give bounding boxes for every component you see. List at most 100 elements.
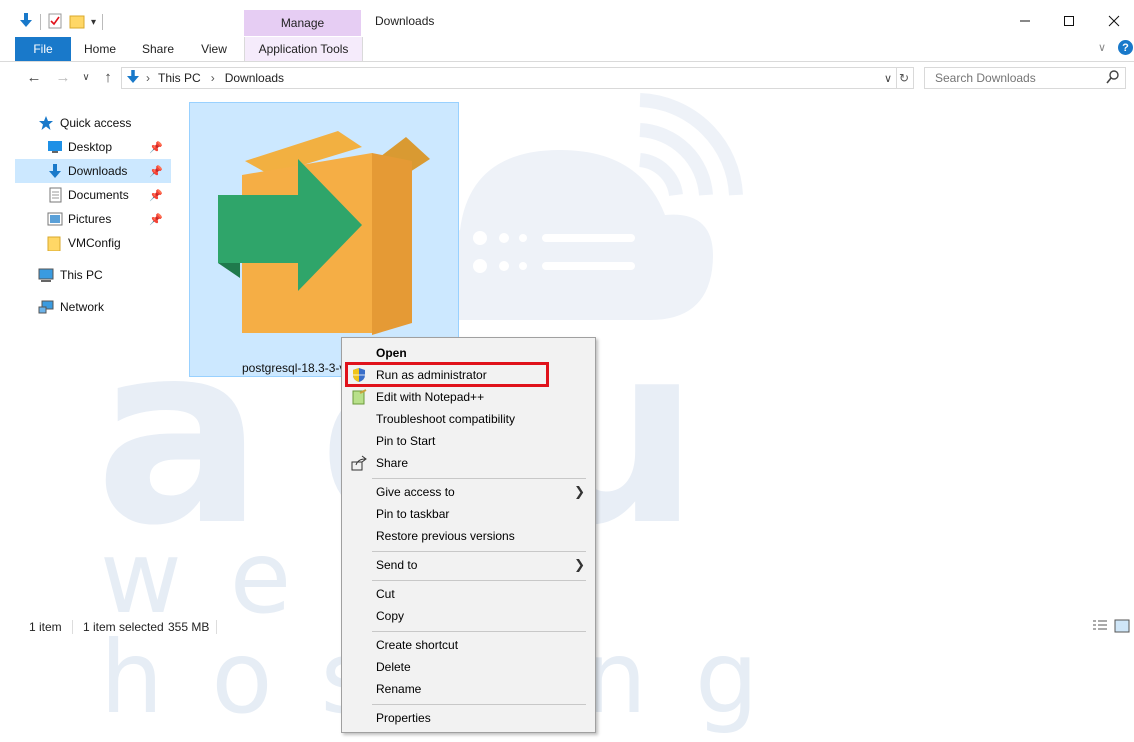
pin-icon: 📌 (149, 141, 163, 154)
new-folder-icon[interactable] (69, 13, 85, 32)
search-input[interactable] (933, 70, 1107, 86)
menu-item-label: Troubleshoot compatibility (376, 412, 515, 426)
sidebar-item-documents[interactable]: Documents 📌 (15, 183, 171, 207)
search-box[interactable] (924, 67, 1126, 89)
sidebar-item-label: Documents (68, 188, 129, 202)
maximize-button[interactable] (1046, 6, 1092, 36)
menu-item-label: Copy (376, 609, 405, 623)
collapse-ribbon-icon[interactable]: ∨ (1098, 41, 1106, 54)
status-size: 355 MB (168, 620, 210, 634)
close-button[interactable] (1091, 6, 1134, 36)
submenu-arrow-icon: ❯ (574, 484, 585, 499)
sidebar-item-network[interactable]: Network (38, 295, 178, 319)
manage-context-tab[interactable]: Manage (244, 10, 361, 36)
menu-item-create-shortcut[interactable]: Create shortcut (342, 634, 595, 656)
file-item[interactable]: postgresql-18.3-3-v (189, 102, 459, 377)
search-icon[interactable] (1106, 70, 1119, 87)
watermark-tagline: web hosting (100, 519, 759, 728)
ribbon-tabs: File Home Share View Application Tools ∨… (0, 37, 1134, 62)
menu-item-label: Cut (376, 587, 395, 601)
window-title: Downloads (375, 14, 435, 28)
menu-item-properties[interactable]: Properties (342, 707, 595, 729)
breadcrumb-this-pc[interactable]: This PC (158, 71, 201, 85)
notepad-plus-icon (351, 389, 367, 405)
download-arrow-icon[interactable] (18, 12, 34, 33)
sidebar-item-quick-access[interactable]: Quick access (38, 111, 178, 135)
menu-separator (372, 631, 586, 632)
back-arrow-icon: ← (26, 68, 42, 86)
sidebar-item-pictures[interactable]: Pictures 📌 (15, 207, 171, 231)
sidebar-item-label: Network (60, 300, 105, 314)
sidebar-item-label: This PC (60, 268, 103, 282)
menu-item-troubleshoot-compatibility[interactable]: Troubleshoot compatibility (342, 408, 595, 430)
back-button[interactable]: ← (23, 66, 45, 88)
forward-button[interactable]: → (52, 66, 74, 88)
submenu-arrow-icon: ❯ (574, 557, 585, 572)
sidebar-item-downloads[interactable]: Downloads 📌 (15, 159, 171, 183)
menu-separator (372, 580, 586, 581)
menu-item-delete[interactable]: Delete (342, 656, 595, 678)
sidebar-item-vmconfig[interactable]: VMConfig (15, 231, 171, 255)
pin-icon: 📌 (149, 213, 163, 226)
menu-item-share[interactable]: Share (342, 452, 595, 474)
menu-item-label: Give access to (376, 485, 455, 499)
menu-item-label: Properties (376, 711, 431, 725)
refresh-button[interactable]: ↻ (895, 67, 914, 89)
context-menu: Open Run as administrator Edit with Note… (341, 337, 596, 733)
breadcrumb-separator: › (210, 71, 215, 85)
sidebar-item-desktop[interactable]: Desktop 📌 (15, 135, 171, 159)
sidebar-item-this-pc[interactable]: This PC (38, 263, 178, 287)
large-icons-view-icon[interactable] (1114, 619, 1130, 633)
menu-item-label: Delete (376, 660, 411, 674)
menu-separator (372, 478, 586, 479)
breadcrumb-downloads[interactable]: Downloads (225, 71, 284, 85)
pin-icon: 📌 (149, 165, 163, 178)
menu-item-label: Rename (376, 682, 422, 696)
menu-item-pin-to-taskbar[interactable]: Pin to taskbar (342, 503, 595, 525)
help-icon[interactable]: ? (1118, 40, 1133, 55)
sidebar-item-label: Pictures (68, 212, 112, 226)
menu-item-pin-to-start[interactable]: Pin to Start (342, 430, 595, 452)
quick-access-toolbar: ▾ (18, 10, 104, 34)
qat-divider (40, 14, 41, 30)
customize-qat-icon[interactable]: ▾ (91, 17, 96, 28)
status-divider (216, 620, 217, 634)
tab-home[interactable]: Home (78, 37, 122, 61)
up-button[interactable]: ↑ (97, 66, 119, 88)
recent-locations-button[interactable]: ∨ (78, 66, 94, 88)
share-icon (351, 455, 367, 471)
menu-item-rename[interactable]: Rename (342, 678, 595, 700)
breadcrumb-separator: › (146, 71, 150, 85)
download-arrow-icon (49, 164, 61, 178)
menu-item-copy[interactable]: Copy (342, 605, 595, 627)
menu-item-send-to[interactable]: Send to ❯ (342, 554, 595, 576)
details-view-icon[interactable] (1092, 619, 1108, 633)
menu-item-label: Restore previous versions (376, 529, 515, 543)
menu-item-edit-with-notepad[interactable]: Edit with Notepad++ (342, 386, 595, 408)
menu-item-label: Edit with Notepad++ (376, 390, 485, 404)
address-dropdown-icon[interactable]: ∨ (884, 72, 892, 85)
close-icon (1108, 15, 1120, 27)
menu-item-label: Send to (376, 558, 418, 572)
tab-file[interactable]: File (15, 37, 71, 61)
tab-share[interactable]: Share (137, 37, 179, 61)
tab-application-tools[interactable]: Application Tools (244, 37, 363, 61)
tab-view[interactable]: View (194, 37, 234, 61)
menu-item-give-access-to[interactable]: Give access to ❯ (342, 481, 595, 503)
menu-item-cut[interactable]: Cut (342, 583, 595, 605)
pictures-icon (47, 212, 63, 226)
desktop-icon (48, 141, 62, 153)
address-bar[interactable]: › This PC › Downloads ∨ (121, 67, 897, 89)
forward-arrow-icon: → (55, 68, 71, 86)
properties-check-icon[interactable] (47, 13, 63, 32)
menu-item-label: Share (376, 456, 409, 470)
document-icon (49, 187, 62, 203)
minimize-button[interactable] (1002, 6, 1048, 36)
file-name: postgresql-18.3-3-v (242, 361, 346, 375)
star-icon (39, 116, 53, 130)
menu-item-restore-previous-versions[interactable]: Restore previous versions (342, 525, 595, 547)
menu-item-open[interactable]: Open (342, 342, 595, 364)
minimize-icon (1020, 20, 1030, 22)
refresh-icon: ↻ (898, 71, 910, 85)
menu-item-label: Pin to Start (376, 434, 436, 448)
